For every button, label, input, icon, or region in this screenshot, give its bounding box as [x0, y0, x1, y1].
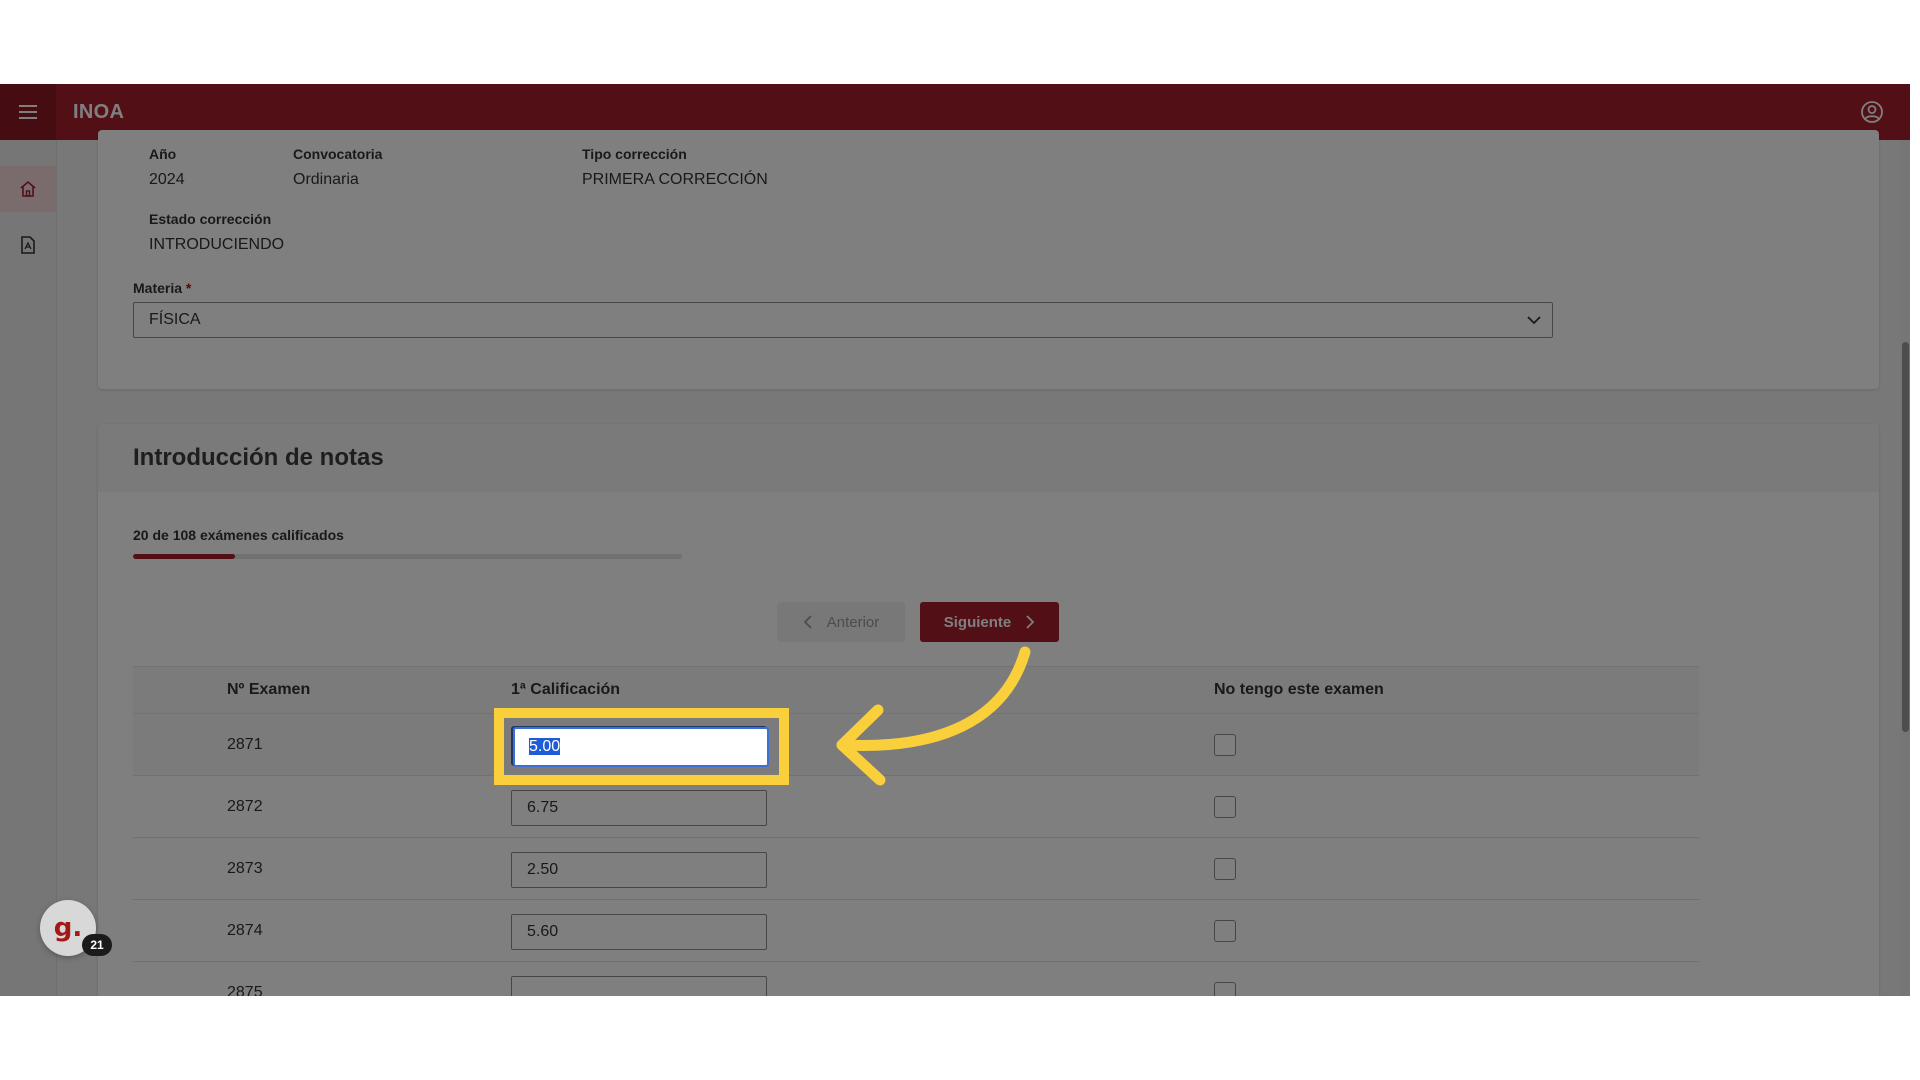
materia-label: Materia * [133, 280, 192, 296]
grades-title: Introducción de notas [133, 444, 384, 471]
field-year: Año 2024 [149, 146, 185, 188]
selected-grade-text: 5.00 [529, 738, 561, 755]
focused-grade-input[interactable]: 5.00 [513, 727, 769, 767]
required-mark: * [185, 280, 192, 296]
materia-selected-value: FÍSICA [149, 311, 201, 328]
column-grade: 1ª Calificación [511, 681, 621, 698]
grade-input[interactable] [511, 790, 767, 826]
table-row: 2875 [133, 962, 1699, 996]
grade-input[interactable] [511, 976, 767, 996]
grades-card-header: Introducción de notas [98, 424, 1879, 492]
chevron-left-icon [803, 615, 812, 629]
field-tipo-correccion: Tipo corrección PRIMERA CORRECCIÓN [582, 146, 768, 188]
progress-label: 20 de 108 exámenes calificados [133, 527, 344, 543]
exam-number: 2872 [227, 798, 263, 815]
column-exam-number: Nº Examen [227, 681, 311, 698]
grade-input[interactable] [511, 852, 767, 888]
exam-info-card: Año 2024 Convocatoria Ordinaria Tipo cor… [98, 130, 1879, 389]
scrollbar-thumb[interactable] [1902, 342, 1909, 732]
exam-number: 2873 [227, 860, 263, 877]
exam-number: 2871 [227, 736, 263, 753]
field-estado-correccion: Estado corrección INTRODUCIENDO [149, 211, 285, 253]
sidebar-item-documents[interactable] [0, 222, 56, 268]
table-row: 2873 [133, 838, 1699, 900]
pdf-document-icon [21, 236, 35, 254]
next-button[interactable]: Siguiente [920, 602, 1059, 642]
missing-exam-checkbox[interactable] [1214, 982, 1236, 996]
menu-button[interactable] [0, 84, 56, 140]
chevron-right-icon [1026, 615, 1035, 629]
missing-exam-checkbox[interactable] [1214, 796, 1236, 818]
progress-fill [133, 554, 235, 559]
missing-exam-checkbox[interactable] [1214, 858, 1236, 880]
sidebar [0, 140, 57, 996]
missing-exam-checkbox[interactable] [1214, 920, 1236, 942]
user-account-icon [1861, 101, 1883, 123]
tutorial-arrow-icon [836, 646, 1031, 786]
chevron-down-icon [1527, 316, 1541, 325]
exam-number: 2875 [227, 984, 263, 996]
main-content: Año 2024 Convocatoria Ordinaria Tipo cor… [57, 130, 1910, 996]
user-account-button[interactable] [1858, 98, 1886, 126]
notification-count-badge: 21 [82, 934, 112, 956]
progress-bar [133, 554, 682, 559]
grade-input[interactable] [511, 914, 767, 950]
table-row: 2874 [133, 900, 1699, 962]
helper-widget[interactable]: g. 21 [40, 900, 112, 960]
exam-number: 2874 [227, 922, 263, 939]
materia-select[interactable]: FÍSICA [133, 302, 1553, 338]
previous-button[interactable]: Anterior [777, 602, 905, 642]
column-missing-exam: No tengo este examen [1214, 681, 1384, 698]
field-convocatoria: Convocatoria Ordinaria [293, 146, 383, 188]
sidebar-item-home[interactable] [0, 166, 56, 212]
app-window: INOA Año 2024 Convocatoria Ordinaria Tip… [0, 84, 1910, 996]
missing-exam-checkbox[interactable] [1214, 734, 1236, 756]
vertical-scrollbar[interactable] [1900, 140, 1910, 996]
hamburger-menu-icon [19, 105, 37, 119]
home-icon [20, 180, 36, 197]
